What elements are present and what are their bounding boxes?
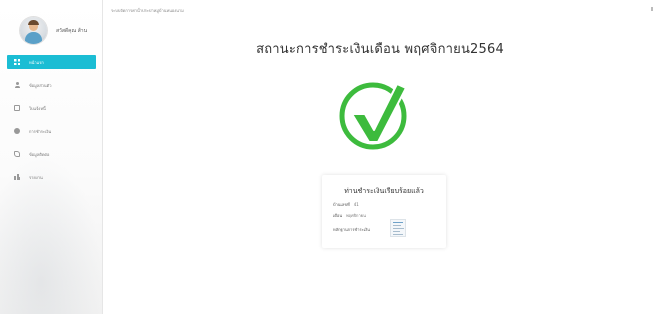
- sidebar-nav: หน้าแรก ข้อมูลส่วนตัว ใบแจ้งหนี้ การชำระ…: [7, 55, 96, 193]
- sidebar-item-label: ข้อมูลส่วนตัว: [29, 82, 52, 88]
- payment-proof-label: หลักฐานการชำระเงิน: [333, 227, 370, 232]
- house-number-label: บ้านเลขที่: [333, 202, 350, 207]
- sidebar-item-invoice[interactable]: ใบแจ้งหนี้: [7, 101, 96, 115]
- sidebar-item-home[interactable]: หน้าแรก: [7, 55, 96, 69]
- month-value: พฤศจิกายน: [346, 213, 366, 218]
- menu-handle-icon[interactable]: [651, 7, 653, 11]
- avatar: [20, 17, 47, 44]
- month-row: เดือน พฤศจิกายน: [333, 212, 366, 219]
- checkmark-icon: [335, 78, 411, 154]
- report-icon: [14, 174, 20, 180]
- sidebar-item-contact[interactable]: ข้อมูลติดต่อ: [7, 147, 96, 161]
- sidebar: สวัสดีคุณ ส้าน หน้าแรก ข้อมูลส่วนตัว ใบแ…: [0, 0, 103, 314]
- sidebar-item-payment[interactable]: การชำระเงิน: [7, 124, 96, 138]
- dashboard-icon: [14, 59, 20, 65]
- receipt-thumbnail-icon[interactable]: [390, 219, 406, 237]
- sidebar-item-label: รายงาน: [29, 174, 43, 180]
- sidebar-item-label: ใบแจ้งหนี้: [29, 105, 46, 111]
- user-greeting: สวัสดีคุณ ส้าน: [56, 27, 88, 34]
- page-title: สถานะการชำระเงินเดือน พฤศจิกายน2564: [256, 42, 504, 57]
- house-number-value: 41: [353, 202, 359, 207]
- payment-icon: [14, 128, 20, 134]
- sidebar-item-report[interactable]: รายงาน: [7, 170, 96, 184]
- house-number-row: บ้านเลขที่ 41: [333, 201, 359, 208]
- user-profile[interactable]: สวัสดีคุณ ส้าน: [20, 17, 87, 44]
- sidebar-item-label: ข้อมูลติดต่อ: [29, 151, 50, 157]
- phone-icon: [14, 151, 20, 157]
- sidebar-item-label: หน้าแรก: [29, 59, 44, 65]
- system-title: ระบบจัดการค่าน้ำประปาหมู่บ้านหนองนาม: [111, 8, 184, 13]
- card-title: ท่านชำระเงินเรียบร้อยแล้ว: [344, 187, 424, 195]
- sidebar-item-profile[interactable]: ข้อมูลส่วนตัว: [7, 78, 96, 92]
- document-icon: [14, 105, 20, 111]
- payment-proof-row: หลักฐานการชำระเงิน: [333, 226, 370, 233]
- sidebar-item-label: การชำระเงิน: [29, 128, 52, 134]
- user-icon: [14, 82, 20, 88]
- payment-status-card: ท่านชำระเงินเรียบร้อยแล้ว บ้านเลขที่ 41 เ…: [322, 175, 446, 248]
- month-label: เดือน: [333, 213, 343, 218]
